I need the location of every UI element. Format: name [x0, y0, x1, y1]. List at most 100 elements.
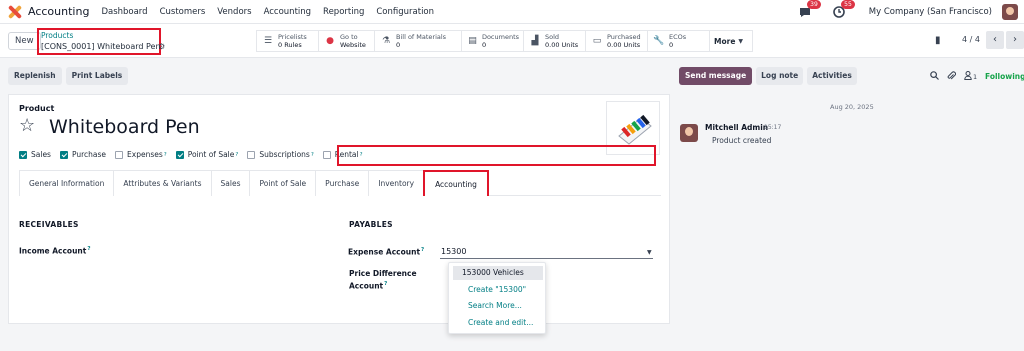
document-icon: ▤ — [468, 36, 477, 46]
smart-title: Documents — [481, 33, 519, 41]
payables-title: PAYABLES — [349, 220, 393, 229]
paperclip-icon[interactable] — [947, 71, 956, 84]
tab-sales[interactable]: Sales — [210, 170, 251, 196]
checkbox-box[interactable] — [59, 150, 68, 159]
smart-value: 0.00 Units — [545, 41, 579, 49]
pager-next-button[interactable]: › — [1006, 31, 1024, 49]
checkbox-box[interactable] — [19, 150, 27, 159]
breadcrumb-current: [CONS_0001] Whiteboard Pen — [41, 42, 161, 51]
smart-button-sold[interactable]: ▟ Sold 0.00 Units — [524, 31, 586, 51]
smart-button-website[interactable]: ● Go to Website — [319, 31, 375, 51]
globe-icon: ● — [326, 36, 334, 46]
smart-title: Bill of Materials — [396, 33, 447, 41]
credit-card-icon: ▭ — [592, 36, 602, 46]
favorite-star-icon[interactable]: ☆ — [19, 115, 35, 136]
activities-button[interactable]: Activities — [807, 67, 857, 85]
nav-accounting[interactable]: Accounting — [264, 7, 311, 17]
tab-general-information[interactable]: General Information — [19, 170, 115, 196]
company-switcher[interactable]: My Company (San Francisco) — [869, 7, 992, 17]
breadcrumb-parent[interactable]: Products — [41, 31, 73, 40]
tab-attributes-variants[interactable]: Attributes & Variants — [113, 170, 212, 196]
checkbox-box[interactable] — [115, 150, 124, 159]
list-icon: ☰ — [263, 36, 273, 46]
replenish-button[interactable]: Replenish — [8, 67, 62, 85]
nav-reporting[interactable]: Reporting — [323, 7, 364, 17]
dropdown-create[interactable]: Create "15300" — [468, 285, 526, 294]
checkbox-sales[interactable]: Sales — [19, 150, 51, 159]
smart-button-purchased[interactable]: ▭ Purchased 0.00 Units — [586, 31, 648, 51]
tab-inventory[interactable]: Inventory — [368, 170, 425, 196]
smart-button-bom[interactable]: ⚗ Bill of Materials 0 — [375, 31, 462, 51]
checkbox-subscriptions[interactable]: Subscriptions? — [247, 150, 314, 159]
pager-previous-button[interactable]: ‹ — [986, 31, 1004, 49]
expense-account-label: Expense Account? — [348, 247, 424, 257]
tab-accounting[interactable]: Accounting — [423, 170, 489, 196]
product-options: Sales Purchase Expenses? Point of Sale? … — [19, 150, 372, 159]
pager-value[interactable]: 4 / 4 — [962, 35, 980, 44]
nav-customers[interactable]: Customers — [160, 7, 206, 17]
price-difference-label-text: Account — [349, 281, 384, 291]
smart-value: 0 Rules — [278, 41, 302, 49]
checkbox-point-of-sale[interactable]: Point of Sale? — [175, 150, 238, 159]
send-message-button[interactable]: Send message — [679, 67, 753, 85]
nav-vendors[interactable]: Vendors — [217, 7, 251, 17]
checkbox-label: Purchase — [71, 150, 107, 159]
tab-point-of-sale[interactable]: Point of Sale — [249, 170, 317, 196]
checkbox-label: Expenses — [127, 150, 163, 159]
nav-dashboard[interactable]: Dashboard — [101, 7, 147, 17]
log-note-button[interactable]: Log note — [756, 67, 804, 85]
caret-down-icon[interactable]: ▼ — [647, 249, 652, 256]
dropdown-option-vehicles[interactable]: 153000 Vehicles — [453, 266, 543, 280]
checkbox-purchase[interactable]: Purchase — [59, 150, 107, 159]
message-author[interactable]: Mitchell Admin — [705, 123, 768, 132]
message-body: Product created — [712, 136, 772, 145]
message-time: 15:17 — [764, 124, 782, 131]
gear-icon[interactable]: ⚙ — [158, 42, 165, 51]
checkbox-box[interactable] — [322, 150, 331, 159]
activity-badge: 55 — [841, 0, 855, 9]
follower-count[interactable]: 1 — [973, 73, 977, 81]
help-icon[interactable]: ? — [164, 152, 167, 158]
product-name[interactable]: Whiteboard Pen — [49, 116, 200, 138]
smart-buttons: ☰ Pricelists 0 Rules ● Go to Website ⚗ Bil… — [256, 30, 753, 52]
expense-account-underline — [440, 258, 653, 259]
help-icon[interactable]: ? — [384, 281, 387, 287]
smart-button-pricelists[interactable]: ☰ Pricelists 0 Rules — [257, 31, 319, 51]
autocomplete-dropdown: 153000 Vehicles Create "15300" Search Mo… — [448, 262, 546, 334]
following-button[interactable]: Following — [985, 72, 1024, 81]
flask-icon: ⚗ — [381, 36, 391, 46]
expense-account-input[interactable]: 15300 — [441, 247, 466, 256]
dropdown-create-and-edit[interactable]: Create and edit... — [468, 318, 533, 327]
form-sheet: Product ☆ Whiteboard Pen Sales Purchase … — [8, 94, 670, 324]
more-label: More — [714, 36, 736, 46]
search-icon[interactable] — [930, 71, 939, 83]
tab-purchase[interactable]: Purchase — [315, 170, 370, 196]
smart-title: ECOs — [669, 33, 687, 41]
apps-logo-icon[interactable] — [7, 4, 23, 19]
smart-title: Go to — [340, 33, 358, 41]
help-icon[interactable]: ? — [421, 247, 424, 253]
new-button[interactable]: New — [8, 32, 41, 50]
smart-button-ecos[interactable]: 🔧 ECOs 0 — [648, 31, 710, 51]
help-icon[interactable]: ? — [235, 152, 238, 158]
expense-account-highlight — [337, 145, 656, 166]
dropdown-search-more[interactable]: Search More... — [468, 301, 522, 310]
receivables-title: RECEIVABLES — [19, 220, 79, 229]
help-icon[interactable]: ? — [311, 152, 314, 158]
checkbox-expenses[interactable]: Expenses? — [115, 150, 167, 159]
copy-icon[interactable]: ▮ — [935, 35, 941, 46]
checkbox-box[interactable] — [175, 150, 184, 159]
chat-icon[interactable]: 39 — [797, 0, 821, 20]
checkbox-box[interactable] — [247, 150, 256, 159]
help-icon[interactable]: ? — [87, 246, 90, 252]
smart-button-documents[interactable]: ▤ Documents 0 — [462, 31, 524, 51]
clock-icon[interactable]: 55 — [831, 0, 855, 20]
nav-configuration[interactable]: Configuration — [376, 7, 434, 17]
more-dropdown[interactable]: More ▼ — [710, 31, 752, 51]
smart-value: 0 — [481, 41, 487, 49]
user-avatar[interactable] — [1002, 4, 1018, 20]
print-labels-button[interactable]: Print Labels — [65, 67, 129, 85]
app-name[interactable]: Accounting — [28, 5, 89, 18]
followers-user-icon[interactable] — [964, 71, 972, 83]
chevron-down-icon: ▼ — [738, 37, 744, 45]
